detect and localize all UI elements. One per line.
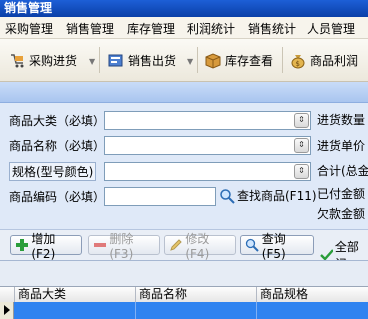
- edit-label: 修改(F4): [185, 231, 210, 261]
- current-row-arrow-icon: [4, 305, 10, 315]
- total-label: 合计(总金: [317, 164, 368, 178]
- name-select[interactable]: ⇕: [104, 136, 311, 155]
- search-icon: [220, 188, 235, 204]
- sales-out-button[interactable]: 销售出货: [107, 48, 176, 72]
- tab-strip: [0, 82, 368, 103]
- svg-text:$: $: [296, 60, 300, 68]
- delete-button[interactable]: 删除(F3): [88, 232, 160, 261]
- profit-label: 商品利润: [310, 53, 359, 68]
- unit-price-label: 进货单价: [317, 139, 366, 153]
- column-separator: [256, 302, 257, 319]
- box-icon: [205, 53, 221, 69]
- grid-toolbar: [0, 260, 368, 286]
- toolbar-separator: [282, 47, 283, 73]
- query-button[interactable]: 查询(F5): [240, 232, 314, 261]
- menu-item-profit[interactable]: 利润统计: [187, 20, 235, 37]
- find-product-button[interactable]: 查找商品(F11): [219, 187, 317, 204]
- pencil-icon: [170, 239, 182, 251]
- toolbar-separator: [197, 47, 198, 73]
- action-bar: 增加(F2) 删除(F3) 修改(F4) 查询(F5) 全部记: [0, 229, 368, 271]
- dropdown-icon[interactable]: ⇕: [294, 113, 309, 128]
- menu-item-staff[interactable]: 人员管理: [307, 20, 355, 37]
- stock-view-label: 库存查看: [225, 53, 274, 68]
- sales-icon: [108, 54, 123, 67]
- dropdown-icon[interactable]: ⇕: [294, 138, 309, 153]
- search-icon: [245, 238, 259, 252]
- column-header-spec[interactable]: 商品规格: [256, 287, 368, 302]
- add-button[interactable]: 增加(F2): [10, 232, 82, 261]
- owed-label: 欠款金额: [317, 207, 366, 221]
- category-label: 商品大类（必填）: [9, 114, 106, 128]
- purchase-in-label: 采购进货: [29, 53, 78, 68]
- profit-button[interactable]: $ 商品利润: [289, 48, 358, 72]
- add-label: 增加(F2): [31, 231, 56, 261]
- grid-header: 商品大类 商品名称 商品规格: [0, 286, 368, 303]
- money-bag-icon: $: [291, 55, 305, 69]
- delete-label: 删除(F3): [109, 231, 134, 261]
- menu-item-sales-stats[interactable]: 销售统计: [248, 20, 296, 37]
- column-separator: [135, 302, 136, 319]
- code-label: 商品编码（必填）: [9, 190, 106, 204]
- window-title: 销售管理: [4, 1, 53, 15]
- category-select[interactable]: ⇕: [104, 111, 311, 130]
- chevron-down-icon[interactable]: ▼: [187, 57, 193, 66]
- qty-label: 进货数量: [317, 113, 366, 127]
- sales-out-label: 销售出货: [128, 53, 177, 68]
- find-product-label: 查找商品(F11): [237, 189, 317, 203]
- row-indicator: [0, 302, 14, 319]
- table-row[interactable]: [0, 302, 368, 319]
- menu-item-sales[interactable]: 销售管理: [66, 20, 114, 37]
- stock-view-button[interactable]: 库存查看: [204, 48, 273, 72]
- toolbar: 采购进货 ▼ 销售出货 ▼ 库存查看 $ 商品利润: [0, 39, 368, 82]
- paid-label: 已付金额: [317, 187, 366, 201]
- menu-item-stock[interactable]: 库存管理: [127, 20, 175, 37]
- code-input[interactable]: [104, 187, 216, 206]
- plus-icon: [16, 239, 28, 251]
- purchase-icon: [11, 54, 24, 68]
- menu-bar: 采购管理 销售管理 库存管理 利润统计 销售统计 人员管理: [0, 17, 368, 39]
- toolbar-separator: [99, 47, 100, 73]
- column-header-name[interactable]: 商品名称: [135, 287, 256, 302]
- chevron-down-icon[interactable]: ▼: [89, 57, 95, 66]
- edit-button[interactable]: 修改(F4): [164, 232, 236, 261]
- spec-select[interactable]: ⇕: [104, 162, 311, 181]
- title-bar: 销售管理: [0, 0, 368, 17]
- spec-label: 规格(型号颜色): [9, 162, 97, 181]
- entry-form: 商品大类（必填） ⇕ 商品名称（必填） ⇕ 规格(型号颜色) ⇕ 商品编码（必填…: [0, 103, 368, 229]
- name-label: 商品名称（必填）: [9, 139, 106, 153]
- query-label: 查询(F5): [261, 231, 286, 261]
- purchase-in-button[interactable]: 采购进货: [8, 48, 77, 72]
- menu-item-purchase[interactable]: 采购管理: [5, 20, 53, 37]
- row-header-cell: [0, 287, 14, 302]
- minus-icon: [94, 243, 106, 247]
- column-header-category[interactable]: 商品大类: [14, 287, 135, 302]
- dropdown-icon[interactable]: ⇕: [294, 164, 309, 179]
